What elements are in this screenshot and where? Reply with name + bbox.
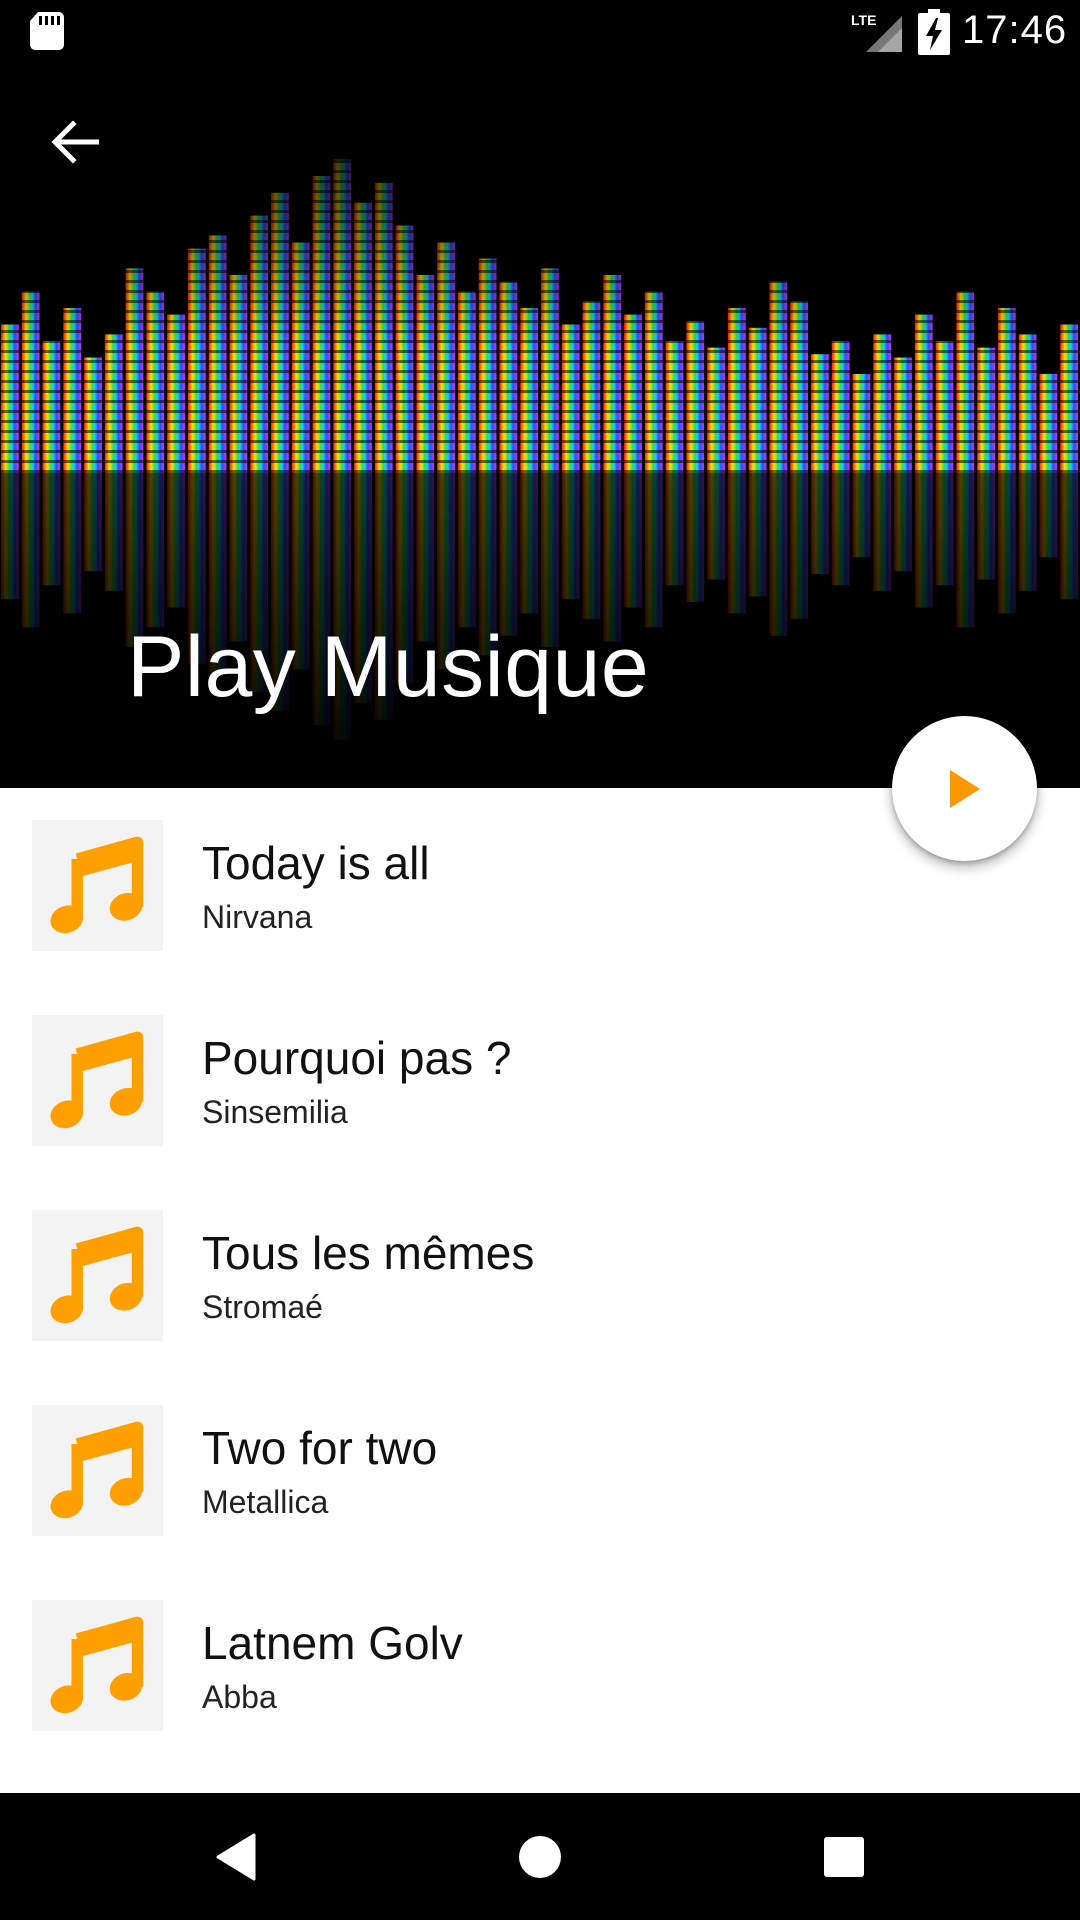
navigation-bar: [0, 1793, 1080, 1920]
play-icon: [949, 769, 980, 808]
song-artist: Stromaé: [202, 1289, 323, 1325]
song-thumbnail: [32, 1015, 163, 1146]
nav-back-button[interactable]: [200, 1821, 272, 1893]
header-banner: Play Musique: [0, 63, 1080, 788]
play-all-button[interactable]: [892, 716, 1037, 861]
battery-charging-icon: [918, 9, 950, 55]
song-title: Two for two: [202, 1422, 438, 1474]
music-note-icon: [49, 1031, 143, 1128]
song-list-item[interactable]: Latnem Golv Abba: [0, 1568, 1080, 1743]
home-circle-icon: [519, 1836, 561, 1878]
sd-card-icon: [30, 12, 64, 50]
song-thumbnail: [32, 1405, 163, 1536]
music-note-icon: [49, 1616, 143, 1713]
song-artist: Sinsemilia: [202, 1094, 348, 1130]
song-title: Latnem Golv: [202, 1617, 463, 1669]
back-triangle-icon: [216, 1833, 256, 1881]
song-list-item[interactable]: Pourquoi pas ? Sinsemilia: [0, 983, 1080, 1158]
lte-label: LTE: [851, 12, 876, 28]
nav-home-button[interactable]: [504, 1821, 576, 1893]
music-note-icon: [49, 1226, 143, 1323]
song-artist: Metallica: [202, 1484, 329, 1520]
status-clock: 17:46: [962, 8, 1068, 52]
song-thumbnail: [32, 1210, 163, 1341]
music-note-icon: [49, 836, 143, 933]
recents-square-icon: [824, 1837, 864, 1877]
song-list-item[interactable]: Tous les mêmes Stromaé: [0, 1178, 1080, 1353]
song-thumbnail: [32, 1600, 163, 1731]
song-thumbnail: [32, 820, 163, 951]
lte-signal-icon: LTE: [851, 12, 902, 52]
song-title: Tous les mêmes: [202, 1227, 535, 1279]
music-note-icon: [49, 1421, 143, 1518]
page-title: Play Musique: [127, 619, 650, 715]
song-artist: Abba: [202, 1679, 277, 1715]
song-list-item[interactable]: Two for two Metallica: [0, 1373, 1080, 1548]
song-title: Today is all: [202, 837, 430, 889]
song-list: Today is all Nirvana Pourquoi pas ? Sinsemi…: [0, 788, 1080, 1793]
back-button[interactable]: [40, 107, 110, 177]
song-title: Pourquoi pas ?: [202, 1032, 512, 1084]
song-artist: Nirvana: [202, 899, 313, 935]
nav-recents-button[interactable]: [808, 1821, 880, 1893]
arrow-back-icon: [51, 120, 99, 164]
status-bar: LTE 17:46: [0, 0, 1080, 63]
